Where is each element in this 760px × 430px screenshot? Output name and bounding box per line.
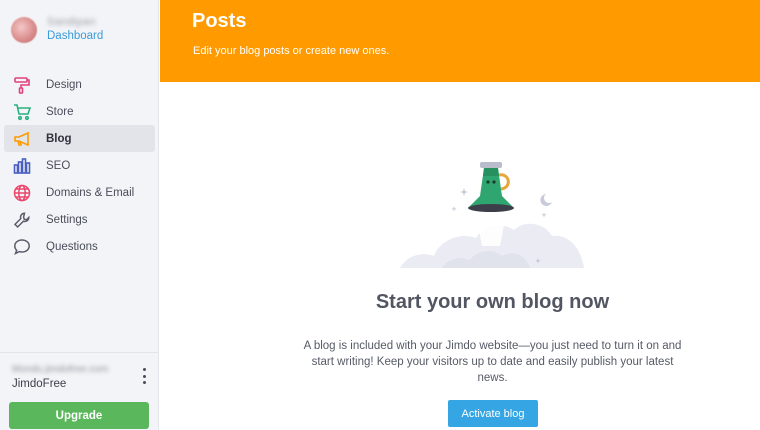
speech-bubble-icon [12, 237, 32, 257]
sidebar-item-label: Questions [46, 240, 98, 253]
account-plan: JimdoFree [12, 378, 67, 390]
sidebar-item-label: Domains & Email [46, 186, 135, 199]
paint-roller-icon [12, 75, 32, 95]
profile[interactable]: Sandipan Dashboard [11, 13, 156, 47]
sidebar-item-store[interactable]: Store [4, 98, 155, 125]
page-title: Posts [192, 10, 247, 32]
sidebar-item-seo[interactable]: SEO [4, 152, 155, 179]
sidebar-item-settings[interactable]: Settings [4, 206, 155, 233]
globe-icon [12, 183, 32, 203]
bar-chart-icon [12, 156, 32, 176]
sidebar-item-label: Blog [46, 132, 72, 145]
cart-icon [12, 102, 32, 122]
sidebar-item-label: SEO [46, 159, 71, 172]
sidebar-item-label: Settings [46, 213, 88, 226]
page-subtitle: Edit your blog posts or create new ones. [193, 45, 390, 57]
sidebar-item-questions[interactable]: Questions [4, 233, 155, 260]
more-options-icon[interactable] [138, 368, 150, 384]
sidebar-divider [0, 352, 159, 353]
sidebar-item-design[interactable]: Design [4, 71, 155, 98]
sidebar-item-label: Store [46, 105, 74, 118]
account-email: Mondu.jimdofree.com [12, 364, 109, 375]
empty-state-description: A blog is included with your Jimdo websi… [303, 340, 682, 384]
sidebar-nav: Design Store Blog SEO Domains & Email Se… [4, 71, 155, 260]
profile-name: Sandipan [47, 16, 96, 28]
dashboard-link[interactable]: Dashboard [47, 30, 103, 42]
page-header: Posts Edit your blog posts or create new… [160, 0, 760, 82]
sidebar: Sandipan Dashboard Design Store Blog SEO… [0, 0, 159, 430]
wrench-icon [12, 210, 32, 230]
sidebar-item-label: Design [46, 78, 82, 91]
avatar[interactable] [11, 17, 37, 43]
megaphone-icon [12, 129, 32, 149]
main-content: Start your own blog now A blog is includ… [160, 82, 760, 430]
megaphone-launch-illustration [398, 162, 588, 272]
account-info: Mondu.jimdofree.com JimdoFree [12, 362, 152, 394]
upgrade-button[interactable]: Upgrade [9, 402, 149, 429]
sidebar-item-blog[interactable]: Blog [4, 125, 155, 152]
activate-blog-button[interactable]: Activate blog [448, 400, 538, 427]
empty-state-title: Start your own blog now [375, 291, 610, 313]
sidebar-item-domains-email[interactable]: Domains & Email [4, 179, 155, 206]
